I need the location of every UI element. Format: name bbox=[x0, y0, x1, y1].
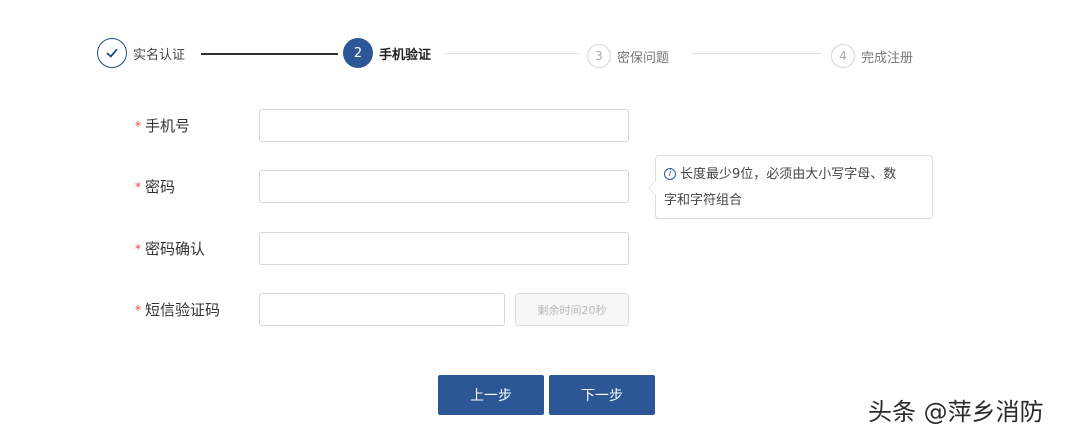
phone-label: * 手机号 bbox=[135, 117, 191, 135]
step-4: 4 完成注册 bbox=[831, 41, 913, 71]
required-mark: * bbox=[135, 242, 141, 256]
info-icon: i bbox=[664, 167, 676, 180]
step-2-label: 手机验证 bbox=[379, 47, 432, 63]
step-3-number: 3 bbox=[587, 44, 611, 68]
password-hint-tooltip: i 长度最少9位，必须由大小写字母、数 字和字符组合 bbox=[648, 155, 933, 219]
password-label: * 密码 bbox=[135, 178, 176, 196]
step-1-label: 实名认证 bbox=[133, 47, 186, 63]
step-2-number: 2 bbox=[343, 38, 373, 68]
check-icon bbox=[97, 38, 127, 68]
phone-input[interactable] bbox=[259, 109, 629, 142]
step-indicator: 实名认证 2 手机验证 3 密保问题 4 完成注册 bbox=[97, 38, 937, 68]
tooltip-line-1: i 长度最少9位，必须由大小写字母、数 bbox=[664, 162, 924, 188]
step-connector-1 bbox=[201, 53, 338, 55]
step-3: 3 密保问题 bbox=[587, 41, 669, 71]
sms-code-row: * 短信验证码 剩余时间20秒 bbox=[0, 293, 1080, 327]
next-step-button[interactable]: 下一步 bbox=[549, 375, 655, 415]
step-connector-3 bbox=[692, 53, 822, 54]
step-connector-2 bbox=[445, 53, 579, 54]
required-mark: * bbox=[135, 119, 141, 133]
step-4-number: 4 bbox=[831, 44, 855, 68]
resend-sms-button[interactable]: 剩余时间20秒 bbox=[515, 293, 629, 326]
confirm-password-label: * 密码确认 bbox=[135, 240, 206, 258]
required-mark: * bbox=[135, 303, 141, 317]
step-4-label: 完成注册 bbox=[861, 50, 914, 66]
sms-code-label: * 短信验证码 bbox=[135, 301, 221, 319]
step-2: 2 手机验证 bbox=[343, 38, 431, 68]
password-input[interactable] bbox=[259, 170, 629, 203]
step-3-label: 密保问题 bbox=[617, 50, 670, 66]
tooltip-line-2: 字和字符组合 bbox=[664, 193, 743, 208]
watermark: 头条 @萍乡消防 bbox=[868, 398, 1044, 426]
required-mark: * bbox=[135, 180, 141, 194]
phone-row: * 手机号 bbox=[0, 109, 1080, 143]
sms-code-input[interactable] bbox=[259, 293, 505, 326]
confirm-password-row: * 密码确认 bbox=[0, 232, 1080, 266]
prev-step-button[interactable]: 上一步 bbox=[438, 375, 544, 415]
confirm-password-input[interactable] bbox=[259, 232, 629, 265]
step-1: 实名认证 bbox=[97, 38, 185, 68]
